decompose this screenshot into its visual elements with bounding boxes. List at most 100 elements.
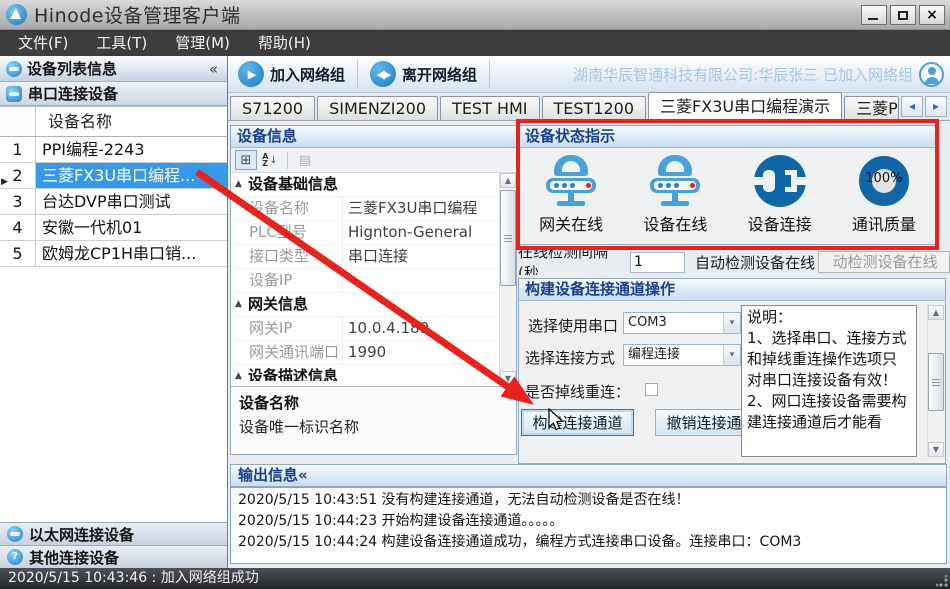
tab-test1200[interactable]: TEST1200 [542,96,647,120]
scroll-up-icon[interactable]: ▲ [500,173,516,188]
combo-arrow-icon[interactable]: ▾ [723,313,740,333]
property-pages-icon: ▤ [294,150,316,170]
tab-content-area: 设备信息 ⊞ AZ↓ ▤ ▲设备基础信息 设备名称三菱FX3U串口编程 PLC型… [228,121,950,568]
note-scrollbar[interactable]: ▲ ▼ [927,305,944,457]
table-row[interactable]: 5 欧姆龙CP1H串口销... [0,241,227,267]
table-row[interactable]: 1 PPI编程-2243 [0,137,227,163]
scrollbar-thumb[interactable] [928,353,944,411]
property-row[interactable]: 网关IP10.0.4.189 [231,317,499,341]
resize-grip[interactable] [936,575,948,587]
title-bar: Hinode设备管理客户端 × [0,0,950,30]
status-text: 2020/5/15 10:43:46 : 加入网络组成功 [8,570,259,586]
ethernet-group-icon [7,526,23,542]
combo-arrow-icon[interactable]: ▾ [723,345,740,365]
category-gateway-info[interactable]: ▲网关信息 [231,293,499,317]
serial-group-icon [6,86,22,102]
gateway-online-icon [543,153,599,209]
device-table-header: 设备名称 [0,107,227,137]
serial-device-group[interactable]: 串口连接设备 [0,82,227,106]
company-status-text: 湖南华辰智通科技有限公司:华辰张三 已加入网络组 [573,64,913,85]
quality-value: 100% [863,171,905,186]
device-status-panel: 设备状态指示 网关在线 [518,125,937,245]
property-description-box: 设备名称 设备唯一标识名称 [231,386,516,454]
property-row[interactable]: 网关通讯端口1990 [231,341,499,365]
device-tab-bar: S71200 SIMENZI200 TEST HMI TEST1200 三菱FX… [228,93,950,121]
scroll-up-icon[interactable]: ▲ [928,305,944,320]
tab-simenzi200[interactable]: SIMENZI200 [317,96,438,120]
device-list-sidebar: 设备列表信息 « 串口连接设备 设备名称 1 PPI编程-2243 ▶2 三菱F… [0,56,228,568]
status-bar: 2020/5/15 10:43:46 : 加入网络组成功 [0,568,950,589]
tab-mitsubishi-fx3u[interactable]: 三菱FX3U串口编程演示 [648,92,842,120]
tab-scroll-left-icon[interactable]: ◂ [901,96,923,117]
scroll-down-icon[interactable]: ▼ [928,442,944,457]
property-row[interactable]: 设备IP [231,269,499,293]
menu-help[interactable]: 帮助(H) [244,30,325,56]
categorized-view-icon[interactable]: ⊞ [235,150,257,170]
menu-manage[interactable]: 管理(M) [161,30,244,56]
device-connect-indicator: 设备连接 [728,153,832,235]
property-row[interactable]: PLC型号Hignton-General [231,221,499,245]
scroll-down-icon[interactable]: ▼ [500,371,516,386]
user-icon[interactable] [919,62,944,87]
output-log[interactable]: 2020/5/15 10:43:51 没有构建连接通道，无法自动检测设备是否在线… [230,487,947,564]
category-basic-info[interactable]: ▲设备基础信息 [231,173,499,197]
reconnect-label: 是否掉线重连： [525,381,630,402]
status-panel-header: 设备状态指示 [519,126,936,148]
device-info-panel: 设备信息 ⊞ AZ↓ ▤ ▲设备基础信息 设备名称三菱FX3U串口编程 PLC型… [230,125,517,455]
output-panel-header: 输出信息 « [230,464,947,487]
property-row[interactable]: 接口类型串口连接 [231,245,499,269]
interval-input[interactable] [630,252,685,273]
property-desc-text: 设备唯一标识名称 [239,416,508,437]
table-row-selected[interactable]: ▶2 三菱FX3U串口编程... [0,163,227,189]
table-row[interactable]: 4 安徽一代机01 [0,215,227,241]
tab-s71200[interactable]: S71200 [230,96,315,120]
comm-quality-indicator: 100% 通讯质量 [832,153,936,235]
reconnect-checkbox[interactable] [645,383,658,396]
device-info-header: 设备信息 [231,126,516,148]
network-toolbar: ▶ 加入网络组 ◀▶ 离开网络组 湖南华辰智通科技有限公司:华辰张三 已加入网络… [228,56,950,93]
port-label: 选择使用串口 [528,315,618,336]
device-online-icon [647,153,703,209]
device-name-column: 设备名称 [36,107,227,136]
serial-port-select[interactable]: COM3 ▾ [623,312,741,334]
build-channel-button[interactable]: 构建连接通道 [521,409,634,436]
minimize-button[interactable] [861,5,887,25]
join-network-button[interactable]: ▶ 加入网络组 [228,56,355,93]
category-desc-info[interactable]: ▲设备描述信息 [231,365,499,381]
menu-tools[interactable]: 工具(T) [82,30,161,56]
connect-mode-select[interactable]: 编程连接 ▾ [623,344,741,366]
output-collapse-icon[interactable]: « [298,465,308,486]
menu-bar: 文件(F) 工具(T) 管理(M) 帮助(H) [0,30,950,56]
log-line: 2020/5/15 10:43:51 没有构建连接通道，无法自动检测设备是否在线… [238,490,939,511]
tab-test-hmi[interactable]: TEST HMI [440,96,539,120]
scrollbar-thumb[interactable] [500,190,516,286]
property-grid-toolbar: ⊞ AZ↓ ▤ [231,148,516,173]
quality-ring-icon: 100% [859,156,909,206]
sidebar-collapse-icon[interactable]: « [206,60,221,78]
channel-panel-header: 构建设备连接通道操作 [519,279,945,301]
tab-mitsubishi-pg[interactable]: 三菱PG [844,96,899,120]
auto-detect-label[interactable]: 自动检测设备在线 [695,252,815,273]
property-row[interactable]: 设备名称三菱FX3U串口编程 [231,197,499,221]
alphabetical-sort-icon[interactable]: AZ↓ [259,150,281,170]
table-row[interactable]: 3 台达DVP串口测试 [0,189,227,215]
other-device-group[interactable]: ? 其他连接设备 [0,545,227,568]
log-line: 2020/5/15 10:44:24 构建设备连接通道成功，编程方式连接串口设备… [238,532,939,553]
maximize-button[interactable] [890,5,916,25]
plug-connect-icon [752,153,808,209]
leave-network-button[interactable]: ◀▶ 离开网络组 [360,56,487,93]
app-logo-icon [6,4,27,25]
menu-file[interactable]: 文件(F) [4,30,82,56]
channel-operation-panel: 构建设备连接通道操作 选择使用串口 COM3 ▾ 选择连接方式 编程连接 ▾ 是… [518,278,946,464]
device-online-indicator: 设备在线 [623,153,727,235]
app-window: Hinode设备管理客户端 × 文件(F) 工具(T) 管理(M) 帮助(H) … [0,0,950,589]
instruction-note: 说明： 1、选择串口、连接方式和掉线重连操作选项只对串口连接设备有效！ 2、网口… [741,305,917,457]
property-desc-title: 设备名称 [239,392,508,413]
tab-scroll-right-icon[interactable]: ▸ [925,96,947,117]
mode-label: 选择连接方式 [525,347,615,368]
close-button[interactable]: × [919,5,945,25]
ethernet-device-group[interactable]: 以太网连接设备 [0,522,227,545]
property-grid-scrollbar[interactable]: ▲ ▼ [499,173,516,386]
property-grid: ▲设备基础信息 设备名称三菱FX3U串口编程 PLC型号Hignton-Gene… [231,173,516,386]
device-list-icon [6,61,22,77]
